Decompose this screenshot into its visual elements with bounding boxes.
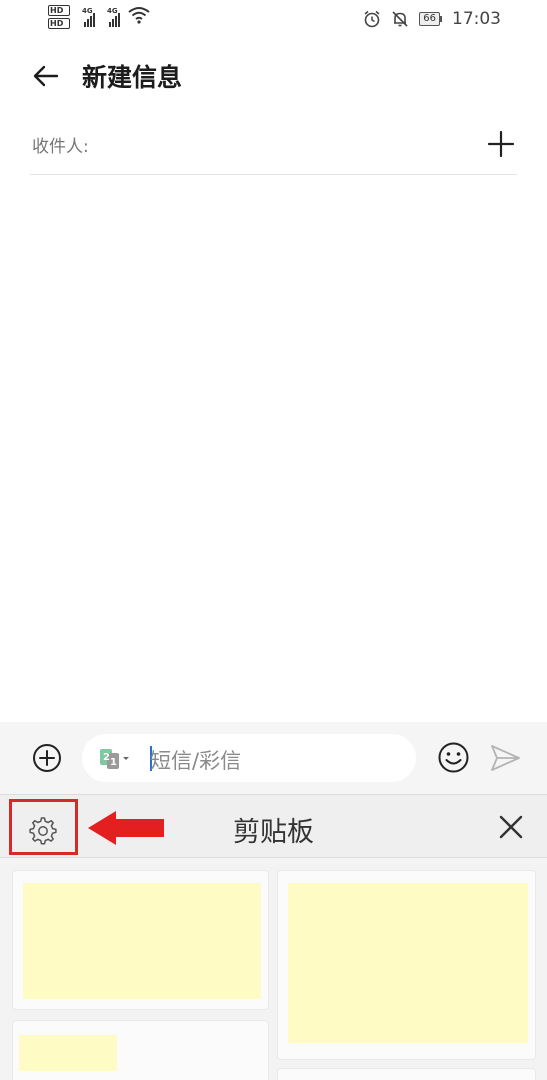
network-type: 4G <box>82 7 93 15</box>
status-bar-right: 66 17:03 <box>363 9 501 29</box>
recipient-field[interactable]: 收件人: <box>30 120 517 175</box>
attach-plus-circle-icon[interactable] <box>31 742 63 774</box>
clipboard-item[interactable] <box>277 870 536 1060</box>
network-type: 4G <box>107 7 118 15</box>
mute-bell-icon <box>392 11 408 27</box>
page-title: 新建信息 <box>82 63 183 92</box>
app-header: 新建信息 <box>0 52 547 102</box>
compose-bar: 2 1 短信/彩信 <box>0 722 547 794</box>
status-bar-left: HD HD 4G 4G <box>48 5 150 35</box>
clipboard-title: 剪贴板 <box>233 817 314 848</box>
battery-level: 66 <box>419 12 440 26</box>
emoji-icon[interactable] <box>437 741 470 774</box>
clipboard-item[interactable] <box>12 1020 269 1080</box>
clipboard-header: 剪贴板 <box>0 794 547 858</box>
clock: 17:03 <box>452 9 501 29</box>
hd-badge: HD <box>48 5 70 16</box>
clipboard-items <box>0 858 547 1080</box>
add-recipient-plus-icon[interactable] <box>487 130 515 158</box>
svg-text:1: 1 <box>110 757 117 768</box>
svg-text:2: 2 <box>103 752 110 763</box>
hd-badge: HD <box>48 18 70 29</box>
clipboard-item-redacted-content <box>23 883 261 999</box>
clipboard-item-redacted-content <box>19 1035 117 1071</box>
send-icon[interactable] <box>489 743 521 773</box>
wifi-icon <box>128 7 150 24</box>
recipient-label: 收件人: <box>32 137 89 157</box>
message-input[interactable]: 2 1 短信/彩信 <box>82 734 416 782</box>
alarm-icon <box>364 10 380 28</box>
clipboard-item[interactable] <box>12 870 269 1010</box>
sim-switch-icon[interactable]: 2 1 <box>98 747 130 769</box>
message-placeholder: 短信/彩信 <box>150 749 242 773</box>
status-bar: HD HD 4G 4G 66 17:03 <box>0 0 547 40</box>
close-icon[interactable] <box>496 812 526 842</box>
clipboard-item[interactable] <box>277 1068 536 1080</box>
signal-icon: 4G <box>107 5 120 27</box>
battery-icon: 66 <box>419 12 442 26</box>
signal-icon: 4G <box>82 5 95 27</box>
clipboard-item-redacted-content <box>288 883 528 1043</box>
back-arrow-icon[interactable] <box>30 60 62 92</box>
